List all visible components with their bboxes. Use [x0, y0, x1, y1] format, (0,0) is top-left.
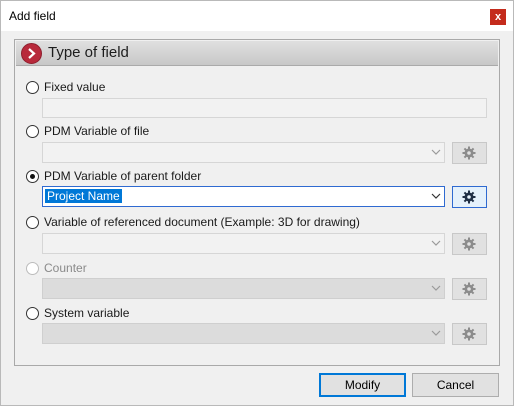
option-label: System variable [44, 306, 130, 320]
counter-settings-button[interactable] [452, 278, 487, 300]
gear-icon [462, 282, 476, 296]
option-label: PDM Variable of parent folder [44, 169, 202, 183]
chevron-down-icon [431, 285, 441, 291]
chevron-down-icon [431, 240, 441, 246]
gear-icon [462, 237, 476, 251]
fixed-value-radio[interactable] [26, 81, 39, 94]
modify-button[interactable]: Modify [319, 373, 406, 397]
option-label: PDM Variable of file [44, 124, 150, 138]
close-button[interactable]: x [490, 9, 506, 25]
pdm-variable-file-radio[interactable] [26, 125, 39, 138]
option-label: Fixed value [44, 80, 106, 94]
chevron-down-icon [431, 330, 441, 336]
gear-icon [462, 190, 476, 204]
pdm-variable-file-combo[interactable] [42, 142, 445, 163]
system-variable-combo[interactable] [42, 323, 445, 344]
counter-combo [42, 278, 445, 299]
pdm-variable-parent-folder-settings-button[interactable] [452, 186, 487, 208]
chevron-down-icon [431, 193, 441, 199]
panel-header: Type of field [16, 41, 498, 66]
gear-icon [462, 327, 476, 341]
add-field-dialog: Add field x Type of field Fixed value PD… [0, 0, 514, 406]
pdm-variable-parent-folder-radio[interactable] [26, 170, 39, 183]
gear-icon [462, 146, 476, 160]
panel-title: Type of field [48, 44, 129, 61]
referenced-document-combo[interactable] [42, 233, 445, 254]
pdm-variable-parent-folder-combo[interactable]: Project Name [42, 186, 445, 207]
pdm-variable-file-settings-button[interactable] [452, 142, 487, 164]
counter-radio [26, 262, 39, 275]
chevron-right-icon [21, 43, 42, 64]
fixed-value-input[interactable] [42, 98, 487, 118]
option-label: Variable of referenced document (Example… [44, 215, 360, 229]
chevron-down-icon [431, 149, 441, 155]
dialog-title: Add field [9, 9, 56, 23]
title-bar: Add field x [1, 1, 513, 31]
referenced-document-radio[interactable] [26, 216, 39, 229]
referenced-document-settings-button[interactable] [452, 233, 487, 255]
selected-value: Project Name [45, 189, 122, 203]
system-variable-radio[interactable] [26, 307, 39, 320]
cancel-button[interactable]: Cancel [412, 373, 499, 397]
system-variable-settings-button[interactable] [452, 323, 487, 345]
option-label: Counter [44, 261, 87, 275]
